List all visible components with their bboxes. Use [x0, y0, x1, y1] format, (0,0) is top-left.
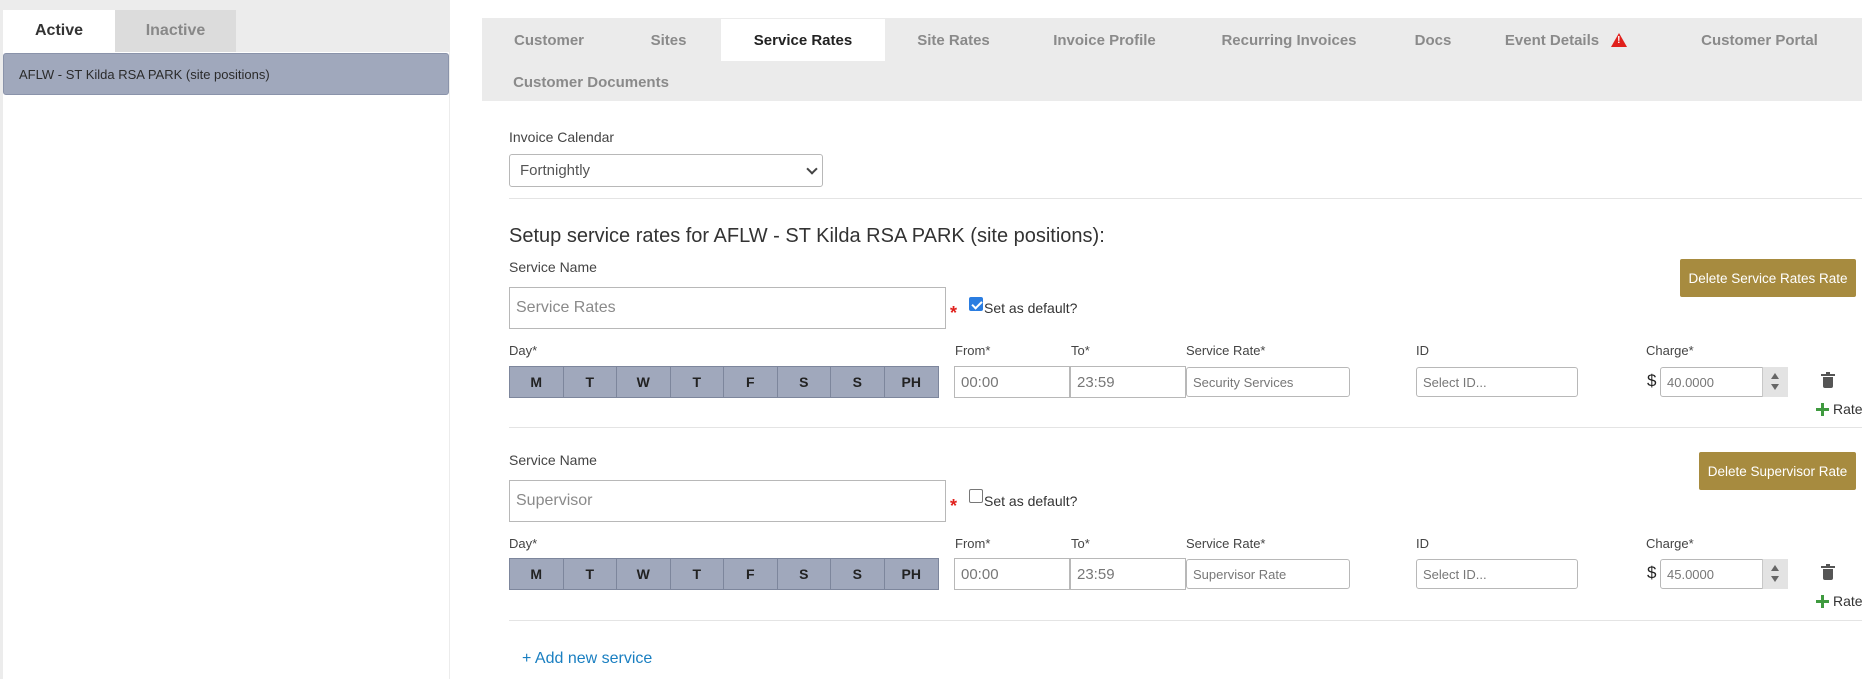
tab-invoice-profile[interactable]: Invoice Profile [1022, 19, 1187, 61]
required-asterisk: * [950, 496, 958, 516]
plus-icon [1816, 402, 1829, 416]
delete-service-rates-rate-button[interactable]: Delete Service Rates Rate [1680, 259, 1856, 297]
day-thursday[interactable]: T [670, 367, 724, 397]
divider [509, 427, 1862, 428]
required-asterisk: * [950, 303, 958, 323]
to-time-input[interactable]: 23:59 [1070, 558, 1186, 590]
charge-stepper[interactable] [1762, 559, 1788, 589]
id-label: ID [1416, 343, 1429, 358]
add-rate-label: Rate [1833, 593, 1863, 609]
day-selector: M T W T F S S PH [509, 366, 939, 398]
day-sunday[interactable]: S [831, 367, 885, 397]
service-rate-input[interactable]: Security Services [1186, 367, 1350, 397]
day-public-holiday[interactable]: PH [884, 559, 938, 589]
day-public-holiday[interactable]: PH [884, 367, 938, 397]
page-title: Setup service rates for AFLW - ST Kilda … [509, 225, 1105, 247]
customer-detail-panel: Customer Sites Service Rates Site Rates … [482, 18, 1863, 679]
tab-recurring-invoices[interactable]: Recurring Invoices [1187, 19, 1391, 61]
site-list-item[interactable]: AFLW - ST Kilda RSA PARK (site positions… [3, 53, 449, 95]
day-saturday[interactable]: S [777, 367, 831, 397]
day-label: Day* [509, 536, 538, 551]
day-label: Day* [509, 343, 538, 358]
currency-symbol: $ [1647, 563, 1657, 582]
tab-event-details[interactable]: Event Details [1475, 19, 1657, 61]
invoice-calendar-label: Invoice Calendar [509, 129, 615, 145]
day-monday[interactable]: M [510, 367, 564, 397]
day-tuesday[interactable]: T [563, 367, 617, 397]
add-rate-label: Rate [1833, 401, 1863, 417]
customer-tabs: Customer Sites Service Rates Site Rates … [482, 18, 1862, 101]
service-rate-label: Service Rate* [1186, 536, 1266, 551]
warning-triangle-icon [1611, 33, 1628, 47]
day-monday[interactable]: M [510, 559, 564, 589]
chevron-down-icon [806, 163, 818, 175]
set-default-label: Set as default? [984, 300, 1078, 316]
from-time-input[interactable]: 00:00 [954, 366, 1070, 398]
charge-stepper[interactable] [1762, 367, 1788, 397]
site-list: AFLW - ST Kilda RSA PARK (site positions… [3, 52, 449, 679]
tab-event-details-label: Event Details [1504, 31, 1600, 49]
id-select[interactable]: Select ID... [1416, 559, 1578, 589]
trash-icon[interactable] [1821, 564, 1835, 580]
invoice-calendar-value: Fortnightly [520, 162, 591, 179]
day-tuesday[interactable]: T [563, 559, 617, 589]
day-sunday[interactable]: S [831, 559, 885, 589]
tab-site-rates[interactable]: Site Rates [885, 19, 1022, 61]
invoice-calendar-select[interactable]: Fortnightly [509, 154, 823, 187]
service-rates-content: Invoice Calendar Fortnightly Setup servi… [482, 101, 1863, 679]
day-selector: M T W T F S S PH [509, 558, 939, 590]
service-name-label: Service Name [509, 452, 597, 468]
tab-inactive[interactable]: Inactive [115, 10, 236, 52]
day-friday[interactable]: F [724, 559, 778, 589]
set-default-label: Set as default? [984, 493, 1078, 509]
day-wednesday[interactable]: W [617, 559, 671, 589]
service-name-label: Service Name [509, 259, 597, 275]
service-rate-label: Service Rate* [1186, 343, 1266, 358]
trash-icon[interactable] [1821, 372, 1835, 388]
divider [509, 620, 1862, 621]
charge-label: Charge* [1646, 536, 1694, 551]
set-default-checkbox[interactable] [969, 297, 983, 311]
service-rate-input[interactable]: Supervisor Rate [1186, 559, 1350, 589]
site-list-panel: Active Inactive AFLW - ST Kilda RSA PARK… [0, 0, 450, 679]
add-rate-button[interactable]: Rate [1816, 401, 1863, 417]
tab-service-rates[interactable]: Service Rates [721, 19, 885, 61]
from-time-input[interactable]: 00:00 [954, 558, 1070, 590]
day-thursday[interactable]: T [670, 559, 724, 589]
divider [509, 198, 1862, 199]
tab-sites[interactable]: Sites [616, 19, 721, 61]
tab-customer[interactable]: Customer [482, 19, 616, 61]
set-default-checkbox[interactable] [969, 489, 983, 503]
tab-customer-portal[interactable]: Customer Portal [1657, 19, 1862, 61]
to-time-input[interactable]: 23:59 [1070, 366, 1186, 398]
plus-icon [1816, 594, 1829, 608]
from-label: From* [955, 536, 991, 551]
id-label: ID [1416, 536, 1429, 551]
to-label: To* [1071, 343, 1090, 358]
add-new-service-link[interactable]: + Add new service [522, 650, 652, 668]
from-label: From* [955, 343, 991, 358]
day-friday[interactable]: F [724, 367, 778, 397]
tab-active[interactable]: Active [3, 10, 115, 52]
day-wednesday[interactable]: W [617, 367, 671, 397]
currency-symbol: $ [1647, 371, 1657, 390]
tab-customer-documents[interactable]: Customer Documents [482, 61, 700, 103]
delete-supervisor-rate-button[interactable]: Delete Supervisor Rate [1699, 452, 1856, 490]
tab-docs[interactable]: Docs [1391, 19, 1475, 61]
service-name-input[interactable]: Service Rates [509, 287, 946, 329]
id-select[interactable]: Select ID... [1416, 367, 1578, 397]
service-name-input[interactable]: Supervisor [509, 480, 946, 522]
add-rate-button[interactable]: Rate [1816, 593, 1863, 609]
to-label: To* [1071, 536, 1090, 551]
day-saturday[interactable]: S [777, 559, 831, 589]
charge-label: Charge* [1646, 343, 1694, 358]
